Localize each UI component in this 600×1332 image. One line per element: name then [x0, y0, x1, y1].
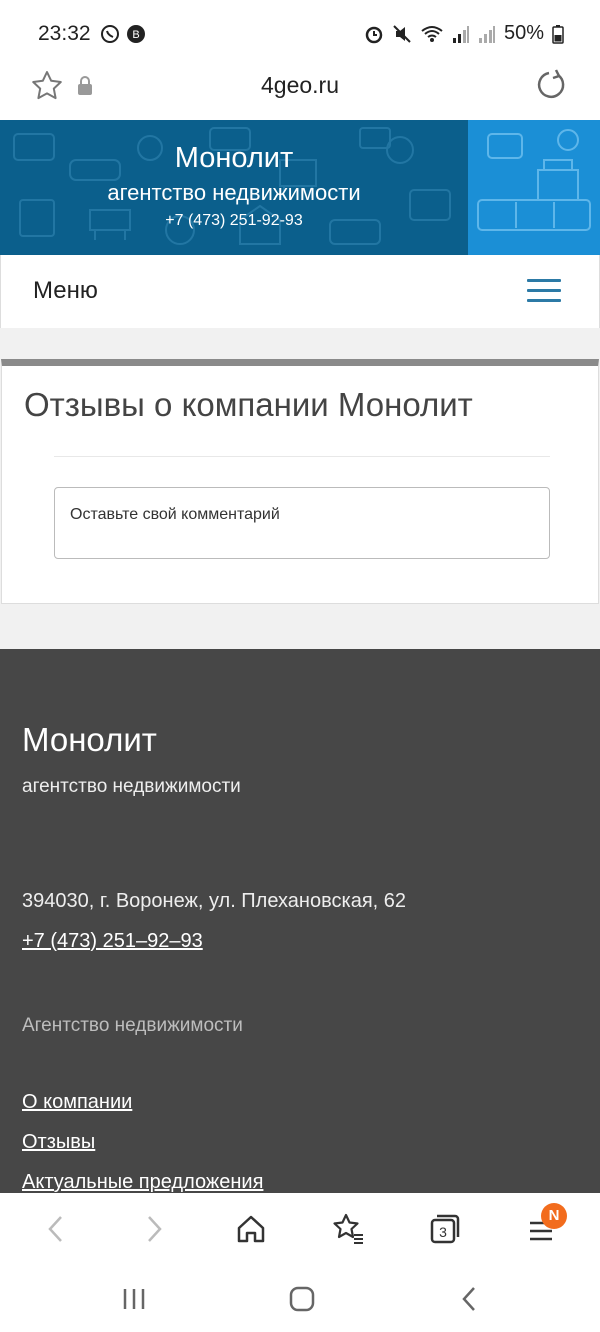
status-bar: 23:32 B 50%: [0, 0, 600, 62]
footer-link-about[interactable]: О компании: [22, 1091, 132, 1114]
forward-icon[interactable]: [136, 1211, 172, 1247]
whatsapp-icon: [101, 25, 119, 43]
signal-icon: [478, 25, 495, 43]
site-footer: Монолит агентство недвижимости 394030, г…: [0, 649, 600, 1194]
mute-icon: [393, 24, 411, 43]
tabs-icon[interactable]: 3: [427, 1211, 463, 1247]
divider: [54, 456, 550, 457]
back-icon[interactable]: [455, 1285, 485, 1313]
svg-text:B: B: [132, 29, 139, 41]
footer-address: 394030, г. Воронеж, ул. Плехановская, 62: [22, 890, 407, 912]
wifi-icon: [421, 25, 443, 42]
android-navigation-bar: [0, 1265, 600, 1332]
status-right-icons: 50%: [364, 22, 564, 45]
site-subtitle: агентство недвижимости: [107, 180, 361, 205]
hamburger-menu-icon[interactable]: [527, 279, 561, 305]
reload-icon[interactable]: [534, 68, 568, 102]
footer-link-offers[interactable]: Актуальные предложения: [22, 1171, 263, 1194]
battery-icon: [552, 24, 564, 44]
footer-section-heading: Агентство недвижимости: [22, 1015, 243, 1036]
comment-input[interactable]: Оставьте свой комментарий: [54, 487, 550, 559]
bookmarks-icon[interactable]: [330, 1211, 366, 1247]
battery-percent: 50%: [503, 22, 544, 44]
home-icon[interactable]: [287, 1285, 317, 1313]
reviews-card: Отзывы о компании Монолит Оставьте свой …: [1, 359, 599, 604]
recents-icon[interactable]: [119, 1285, 149, 1313]
menu-bar[interactable]: Меню: [0, 255, 600, 328]
browser-address-bar: 4geo.ru: [0, 62, 600, 118]
footer-subtitle: агентство недвижимости: [22, 776, 241, 797]
header-phone[interactable]: +7 (473) 251-92-93: [0, 212, 468, 230]
sofa-pattern-image: [468, 120, 600, 255]
url-text[interactable]: 4geo.ru: [0, 72, 600, 99]
footer-title: Монолит: [22, 721, 157, 758]
menu-label[interactable]: Меню: [33, 277, 98, 305]
status-time: 23:32: [38, 22, 91, 45]
page-title: Отзывы о компании Монолит: [24, 386, 473, 423]
site-header-banner[interactable]: Монолит агентство недвижимости +7 (473) …: [0, 120, 600, 255]
browser-bottom-toolbar: 3: [0, 1193, 600, 1265]
alarm-icon: [365, 26, 383, 43]
back-icon[interactable]: [38, 1211, 74, 1247]
footer-link-reviews[interactable]: Отзывы: [22, 1131, 95, 1154]
notification-badge: N: [541, 1203, 567, 1229]
site-title[interactable]: Монолит: [0, 142, 468, 175]
home-icon[interactable]: [233, 1211, 269, 1247]
tabs-count: 3: [439, 1224, 447, 1240]
status-notification-icons: B: [100, 24, 146, 44]
footer-phone-link[interactable]: +7 (473) 251–92–93: [22, 930, 203, 953]
vk-icon: B: [127, 25, 145, 43]
signal-icon: [452, 25, 469, 43]
